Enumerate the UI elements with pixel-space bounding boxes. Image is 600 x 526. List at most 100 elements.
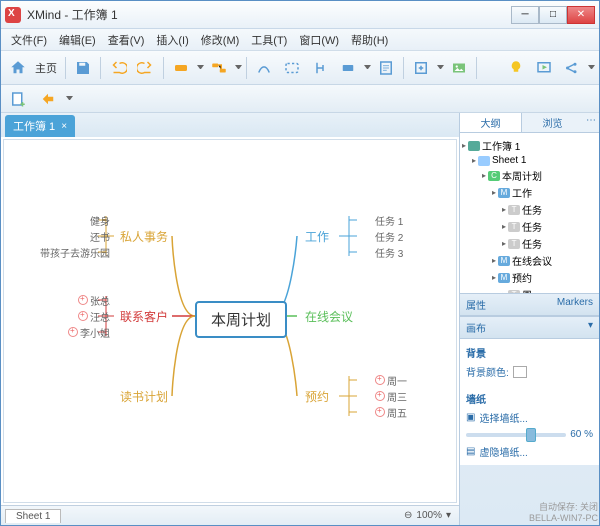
priority-marker-icon[interactable] bbox=[78, 295, 88, 305]
select-wallpaper-link[interactable]: 选择墙纸... bbox=[479, 410, 527, 425]
sub-topic[interactable]: 周三 bbox=[375, 389, 407, 404]
expand-icon[interactable]: ▸ bbox=[502, 239, 506, 248]
priority-marker-icon[interactable] bbox=[375, 391, 385, 401]
browse-tab[interactable]: 浏览 bbox=[522, 113, 583, 132]
main-topic[interactable]: 联系客户 bbox=[120, 308, 168, 325]
central-topic[interactable]: 本周计划 bbox=[195, 301, 287, 338]
menu-item[interactable]: 帮助(H) bbox=[345, 29, 394, 50]
priority-marker-icon[interactable] bbox=[375, 375, 385, 385]
outline-item[interactable]: ▸T任务 bbox=[462, 235, 597, 252]
expand-icon[interactable]: ▸ bbox=[492, 256, 496, 265]
background-section: 背景 背景颜色: bbox=[460, 339, 599, 385]
properties-header[interactable]: 属性 Markers bbox=[460, 293, 599, 316]
relationship-button[interactable] bbox=[251, 55, 277, 81]
summary-button[interactable] bbox=[307, 55, 333, 81]
statusbar: Sheet 1 ⊖ 100% ▾ bbox=[1, 505, 459, 525]
window-title: XMind - 工作簿 1 bbox=[27, 6, 511, 23]
menu-item[interactable]: 修改(M) bbox=[195, 29, 246, 50]
redo-button[interactable] bbox=[133, 55, 159, 81]
boundary-button[interactable] bbox=[279, 55, 305, 81]
workbook-tab[interactable]: 工作簿 1 × bbox=[5, 115, 75, 137]
outline-tab[interactable]: 大纲 bbox=[460, 113, 522, 132]
expand-icon[interactable]: ▸ bbox=[482, 171, 486, 180]
outline-item[interactable]: ▸C本周计划 bbox=[462, 167, 597, 184]
subtopic-button[interactable] bbox=[206, 55, 232, 81]
priority-marker-icon[interactable] bbox=[375, 407, 385, 417]
menu-item[interactable]: 查看(V) bbox=[102, 29, 151, 50]
outline-item[interactable]: ▸M在线会议 bbox=[462, 252, 597, 269]
save-button[interactable] bbox=[70, 55, 96, 81]
sub-topic[interactable]: 李小姐 bbox=[35, 325, 110, 340]
menu-item[interactable]: 插入(I) bbox=[150, 29, 194, 50]
expand-icon[interactable]: ▸ bbox=[492, 273, 496, 282]
fade-wallpaper-link[interactable]: 虚隐墙纸... bbox=[479, 444, 527, 459]
main-topic[interactable]: 读书计划 bbox=[120, 388, 168, 405]
menu-item[interactable]: 窗口(W) bbox=[293, 29, 345, 50]
home-button[interactable] bbox=[5, 55, 31, 81]
main-topic[interactable]: 在线会议 bbox=[305, 308, 353, 325]
priority-marker-icon[interactable] bbox=[78, 311, 88, 321]
main-topic[interactable]: 预约 bbox=[305, 388, 329, 405]
outline-item[interactable]: ▸T周 bbox=[462, 286, 597, 293]
opacity-slider[interactable] bbox=[466, 433, 566, 437]
expand-icon[interactable]: ▸ bbox=[502, 222, 506, 231]
sub-topic[interactable]: 任务 3 bbox=[375, 245, 403, 260]
idea-button[interactable] bbox=[503, 55, 529, 81]
close-button[interactable]: ✕ bbox=[567, 6, 595, 24]
sub-topic[interactable]: 周五 bbox=[375, 405, 407, 420]
minimize-button[interactable]: ─ bbox=[511, 6, 539, 24]
zoom-control[interactable]: ⊖ 100% ▾ bbox=[404, 510, 451, 521]
maximize-button[interactable]: □ bbox=[539, 6, 567, 24]
menu-item[interactable]: 工具(T) bbox=[245, 29, 293, 50]
note-button[interactable] bbox=[373, 55, 399, 81]
share-button[interactable] bbox=[559, 55, 585, 81]
sub-topic[interactable]: 带孩子去游乐园 bbox=[35, 245, 110, 260]
sub-topic[interactable]: 任务 2 bbox=[375, 229, 403, 244]
present-button[interactable] bbox=[531, 55, 557, 81]
expand-icon[interactable]: ▸ bbox=[502, 205, 506, 214]
expand-icon[interactable]: ▸ bbox=[492, 188, 496, 197]
outline-item[interactable]: ▸M预约 bbox=[462, 269, 597, 286]
bg-color-label: 背景颜色: bbox=[466, 364, 509, 379]
sub-topic[interactable]: 张总 bbox=[35, 293, 110, 308]
menu-item[interactable]: 文件(F) bbox=[5, 29, 53, 50]
drill-button[interactable] bbox=[408, 55, 434, 81]
zoom-dropdown-icon[interactable]: ▾ bbox=[446, 510, 451, 521]
outline-label: 任务 bbox=[522, 236, 542, 251]
expand-icon[interactable]: ▸ bbox=[472, 156, 476, 165]
sheet-tab[interactable]: Sheet 1 bbox=[5, 509, 61, 523]
sub-topic[interactable]: 汪总 bbox=[35, 309, 110, 324]
zoom-out-icon[interactable]: ⊖ bbox=[404, 510, 412, 521]
outline-item[interactable]: ▸T任务 bbox=[462, 218, 597, 235]
chevron-down-icon[interactable]: ▾ bbox=[588, 320, 593, 335]
topic-button[interactable] bbox=[168, 55, 194, 81]
outline-item[interactable]: ▸Sheet 1 bbox=[462, 154, 597, 167]
main-topic[interactable]: 私人事务 bbox=[120, 228, 168, 245]
outline-item[interactable]: ▸工作簿 1 bbox=[462, 137, 597, 154]
outline-tree[interactable]: ▸工作簿 1▸Sheet 1▸C本周计划▸M工作▸T任务▸T任务▸T任务▸M在线… bbox=[460, 133, 599, 293]
sub-topic[interactable]: 还书 bbox=[35, 229, 110, 244]
new-sheet-button[interactable] bbox=[5, 86, 31, 112]
priority-marker-icon[interactable] bbox=[68, 327, 78, 337]
label-button[interactable] bbox=[335, 55, 361, 81]
expand-icon[interactable]: ▸ bbox=[462, 141, 466, 150]
outline-item[interactable]: ▸M工作 bbox=[462, 184, 597, 201]
outline-label: 任务 bbox=[522, 202, 542, 217]
export-button[interactable] bbox=[35, 86, 61, 112]
outline-item[interactable]: ▸T任务 bbox=[462, 201, 597, 218]
side-menu-icon[interactable]: ⋯ bbox=[583, 113, 599, 132]
node-type-icon: C bbox=[488, 171, 500, 181]
sub-topic[interactable]: 任务 1 bbox=[375, 213, 403, 228]
main-topic[interactable]: 工作 bbox=[305, 228, 329, 245]
image-button[interactable] bbox=[446, 55, 472, 81]
menu-item[interactable]: 编辑(E) bbox=[53, 29, 102, 50]
undo-button[interactable] bbox=[105, 55, 131, 81]
home-label[interactable]: 主页 bbox=[35, 60, 57, 76]
canvas-props-header[interactable]: 画布 ▾ bbox=[460, 316, 599, 339]
bg-color-swatch[interactable] bbox=[513, 366, 527, 378]
sub-topic[interactable]: 健身 bbox=[35, 213, 110, 228]
tab-close-icon[interactable]: × bbox=[61, 121, 67, 132]
canvas[interactable]: 本周计划 私人事务健身还书带孩子去游乐园联系客户张总汪总李小姐读书计划 工作 任务 1… bbox=[3, 139, 457, 503]
sub-topic[interactable]: 周一 bbox=[375, 373, 407, 388]
tab-label: 工作簿 1 bbox=[13, 118, 55, 134]
